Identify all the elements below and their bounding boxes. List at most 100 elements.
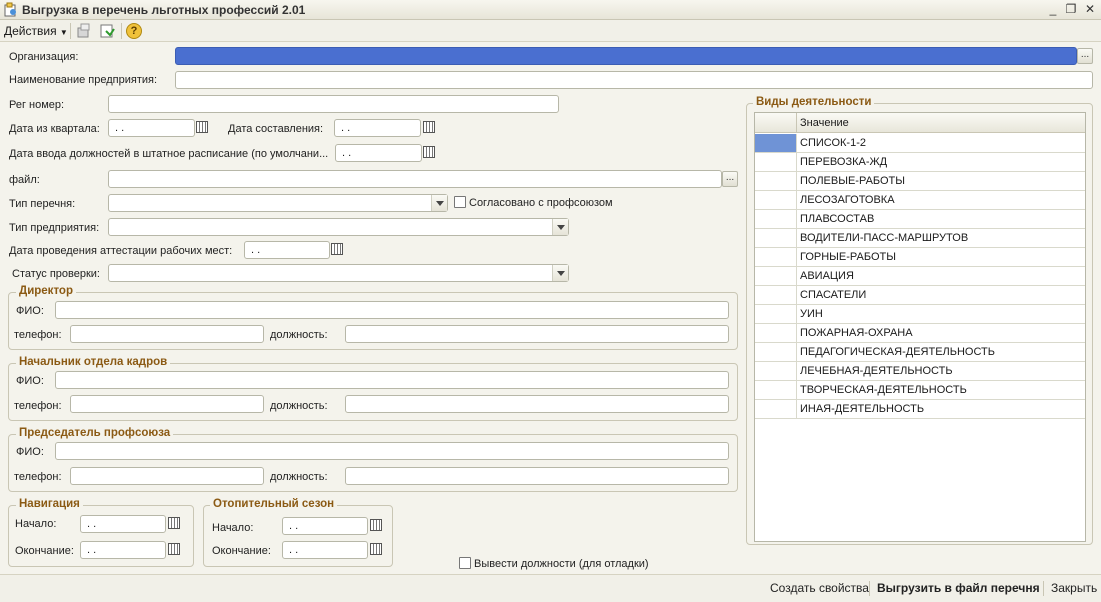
navigation-end-field[interactable]: . . [80, 541, 166, 559]
director-fio-field[interactable] [55, 301, 729, 319]
close-window-button[interactable]: ✕ [1082, 2, 1098, 17]
activities-group-title: Виды деятельности [753, 96, 875, 108]
table-header-value[interactable]: Значение [797, 113, 1085, 133]
row-value: СПИСОК-1-2 [800, 137, 866, 149]
table-row[interactable]: ПЕДАГОГИЧЕСКАЯ-ДЕЯТЕЛЬНОСТЬ [755, 343, 1085, 362]
row-marker [755, 362, 797, 380]
row-marker [755, 172, 797, 190]
calendar-icon[interactable] [370, 519, 382, 531]
list-type-select[interactable] [108, 194, 448, 212]
row-marker [755, 267, 797, 285]
app-icon [4, 2, 16, 17]
organization-field[interactable] [175, 47, 1077, 65]
chevron-down-icon: ▼ [59, 28, 68, 37]
table-row[interactable]: СПИСОК-1-2 [755, 134, 1085, 153]
hr-head-phone-field[interactable] [70, 395, 264, 413]
union-head-fio-label: ФИО: [16, 446, 44, 458]
title-bar: Выгрузка в перечень льготных профессий 2… [0, 0, 1101, 20]
close-button[interactable]: Закрыть [1051, 581, 1097, 595]
calendar-icon[interactable] [331, 243, 343, 255]
row-marker [755, 210, 797, 228]
hr-head-position-field[interactable] [345, 395, 729, 413]
row-marker [755, 286, 797, 304]
staff-date-field[interactable]: . . [335, 144, 422, 162]
row-value: ПОЛЕВЫЕ-РАБОТЫ [800, 175, 906, 187]
debug-positions-checkbox[interactable] [459, 557, 471, 569]
row-marker [755, 305, 797, 323]
calendar-icon[interactable] [196, 121, 208, 133]
export-button[interactable]: Выгрузить в файл перечня [877, 581, 1040, 595]
navigation-start-field[interactable]: . . [80, 515, 166, 533]
attestation-date-field[interactable]: . . [244, 241, 330, 259]
load-settings-icon[interactable] [75, 22, 93, 40]
row-value: ПЕДАГОГИЧЕСКАЯ-ДЕЯТЕЛЬНОСТЬ [800, 346, 995, 358]
calendar-icon[interactable] [423, 146, 435, 158]
calendar-icon[interactable] [423, 121, 435, 133]
hr-head-fio-label: ФИО: [16, 375, 44, 387]
union-agreed-checkbox[interactable] [454, 196, 466, 208]
heating-start-field[interactable]: . . [282, 517, 368, 535]
reg-number-field[interactable] [108, 95, 559, 113]
save-settings-icon[interactable] [98, 22, 116, 40]
actions-menu[interactable]: Действия ▼ [4, 24, 68, 38]
table-row[interactable]: ТВОРЧЕСКАЯ-ДЕЯТЕЛЬНОСТЬ [755, 381, 1085, 400]
file-field[interactable] [108, 170, 722, 188]
row-marker [755, 191, 797, 209]
union-head-position-field[interactable] [345, 467, 729, 485]
director-phone-label: телефон: [14, 329, 62, 341]
table-row[interactable]: ПОЛЕВЫЕ-РАБОТЫ [755, 172, 1085, 191]
hr-head-phone-label: телефон: [14, 400, 62, 412]
calendar-icon[interactable] [168, 543, 180, 555]
table-row[interactable]: ГОРНЫЕ-РАБОТЫ [755, 248, 1085, 267]
enterprise-type-select[interactable] [108, 218, 569, 236]
table-row[interactable]: УИН [755, 305, 1085, 324]
hr-head-fio-field[interactable] [55, 371, 729, 389]
heating-start-label: Начало: [212, 522, 254, 534]
row-value: ПОЖАРНАЯ-ОХРАНА [800, 327, 913, 339]
heating-season-group-title: Отопительный сезон [210, 498, 338, 510]
enterprise-name-field[interactable] [175, 71, 1093, 89]
table-row[interactable]: ЛЕСОЗАГОТОВКА [755, 191, 1085, 210]
list-type-label: Тип перечня: [9, 198, 76, 210]
organization-select-button[interactable]: ... [1077, 48, 1093, 64]
director-position-field[interactable] [345, 325, 729, 343]
window-title: Выгрузка в перечень льготных профессий 2… [22, 3, 306, 17]
director-phone-field[interactable] [70, 325, 264, 343]
list-type-dropdown-button[interactable] [431, 195, 447, 211]
enterprise-type-dropdown-button[interactable] [552, 219, 568, 235]
table-row[interactable]: ПЕРЕВОЗКА-ЖД [755, 153, 1085, 172]
table-row[interactable]: АВИАЦИЯ [755, 267, 1085, 286]
table-row[interactable]: ЛЕЧЕБНАЯ-ДЕЯТЕЛЬНОСТЬ [755, 362, 1085, 381]
calendar-icon[interactable] [168, 517, 180, 529]
table-row[interactable]: ПЛАВСОСТАВ [755, 210, 1085, 229]
check-status-select[interactable] [108, 264, 569, 282]
row-value: ТВОРЧЕСКАЯ-ДЕЯТЕЛЬНОСТЬ [800, 384, 967, 396]
heating-end-field[interactable]: . . [282, 541, 368, 559]
compile-date-field[interactable]: . . [334, 119, 421, 137]
table-row[interactable]: ИНАЯ-ДЕЯТЕЛЬНОСТЬ [755, 400, 1085, 419]
table-row[interactable]: ВОДИТЕЛИ-ПАСС-МАРШРУТОВ [755, 229, 1085, 248]
table-row[interactable]: ПОЖАРНАЯ-ОХРАНА [755, 324, 1085, 343]
file-browse-button[interactable]: ... [722, 171, 738, 187]
director-group-title: Директор [16, 285, 76, 297]
quarter-date-field[interactable]: . . [108, 119, 195, 137]
row-value: ПЛАВСОСТАВ [800, 213, 875, 225]
restore-button[interactable]: ❐ [1063, 2, 1079, 17]
row-marker [755, 134, 797, 152]
quarter-date-label: Дата из квартала: [9, 123, 100, 135]
calendar-icon[interactable] [370, 543, 382, 555]
create-properties-button[interactable]: Создать свойства [770, 581, 869, 595]
help-icon[interactable]: ? [126, 23, 142, 39]
bottom-bar: Создать свойства Выгрузить в файл перечн… [0, 574, 1101, 602]
activities-table: Значение СПИСОК-1-2 ПЕРЕВОЗКА-ЖД ПОЛЕВЫЕ-Р… [754, 112, 1086, 542]
minimize-button[interactable]: _ [1045, 2, 1061, 17]
union-head-fio-field[interactable] [55, 442, 729, 460]
table-row[interactable]: СПАСАТЕЛИ [755, 286, 1085, 305]
director-fio-label: ФИО: [16, 305, 44, 317]
debug-positions-label: Вывести должности (для отладки) [474, 558, 649, 570]
attestation-date-label: Дата проведения аттестации рабочих мест: [9, 245, 233, 257]
navigation-start-label: Начало: [15, 518, 57, 530]
bottom-separator [1043, 581, 1044, 596]
union-head-phone-field[interactable] [70, 467, 264, 485]
check-status-dropdown-button[interactable] [552, 265, 568, 281]
